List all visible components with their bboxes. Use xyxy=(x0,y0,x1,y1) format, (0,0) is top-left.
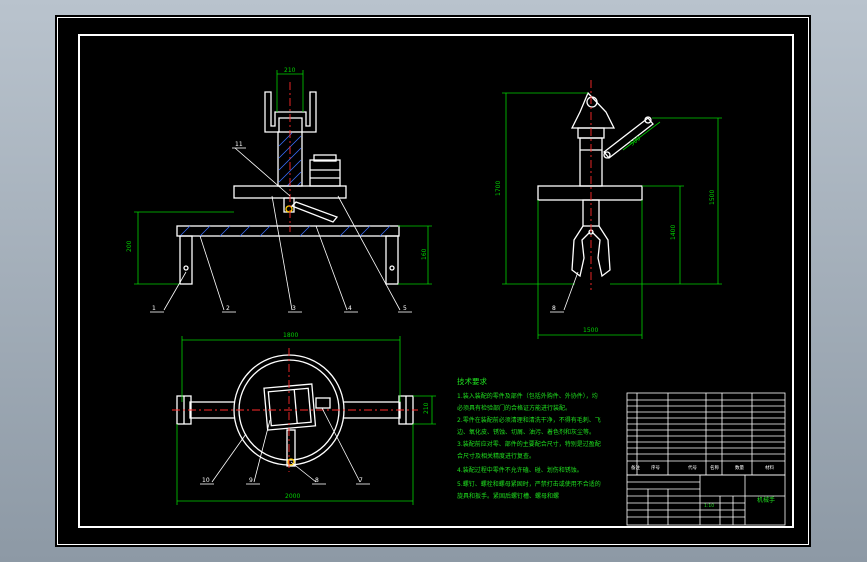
balloon-10: 10 xyxy=(202,477,210,484)
dim-side-right: 1500 xyxy=(709,190,716,205)
dim-front-height: 200 xyxy=(126,240,133,252)
note-line: 2.零件在装配前必须清理和清洗干净，不得有毛刺、飞 xyxy=(457,416,601,424)
note-line: 1.装入装配的零件及部件（包括外购件、外协件），均 xyxy=(457,392,598,400)
dim-side-mid: 1400 xyxy=(670,225,677,240)
bom-header-4: 数量 xyxy=(735,464,744,471)
balloon-7: 7 xyxy=(359,477,363,484)
balloon-8-plan: 8 xyxy=(315,477,319,484)
balloon-1: 1 xyxy=(152,305,156,312)
notes-title: 技术要求 xyxy=(457,376,487,386)
balloon-4: 4 xyxy=(348,305,352,312)
cad-viewport[interactable]: 210 200 160 11 1 2 3 4 5 1700 1400 1500 … xyxy=(0,0,867,562)
bom-header-1: 序号 xyxy=(651,464,660,471)
balloon-11: 11 xyxy=(235,141,243,148)
note-line: 边、氧化皮、锈蚀、切屑、油污、着色剂和灰尘等。 xyxy=(457,428,595,436)
dim-leg-height: 160 xyxy=(421,248,428,260)
note-line: 合尺寸及相关精度进行复查。 xyxy=(457,452,535,460)
drawing-name: 机械手 xyxy=(757,496,775,504)
balloon-9: 9 xyxy=(249,477,253,484)
dim-side-total: 1700 xyxy=(495,181,502,196)
dim-plan-top: 1800 xyxy=(283,332,298,339)
balloon-8-side: 8 xyxy=(552,305,556,312)
dim-top-width: 210 xyxy=(284,67,296,74)
note-line: 3.装配前应对零、部件的主要配合尺寸，特别是过盈配 xyxy=(457,440,601,448)
dim-side-base: 1500 xyxy=(583,327,598,334)
bom-header-3: 名称 xyxy=(710,464,719,471)
drawing-scale: 1:10 xyxy=(704,503,714,509)
sheet-background xyxy=(55,15,811,547)
bom-header-0: 备注 xyxy=(631,464,640,471)
balloon-5: 5 xyxy=(403,305,407,312)
note-line: 5.螺钉、螺栓和螺母紧固时，严禁打击或使用不合适的 xyxy=(457,480,601,488)
dim-plan-bottom: 2000 xyxy=(285,493,300,500)
note-line: 必须具有检验部门的合格证方能进行装配。 xyxy=(457,404,571,412)
bom-header-5: 材料 xyxy=(765,464,774,471)
balloon-2: 2 xyxy=(226,305,230,312)
drawing-canvas: 210 200 160 11 1 2 3 4 5 1700 1400 1500 … xyxy=(55,15,811,547)
note-line: 4.装配过程中零件不允许磕、碰、划伤和锈蚀。 xyxy=(457,466,583,474)
dim-plan-right: 210 xyxy=(423,402,430,414)
note-line: 旋具和扳手。紧固后螺钉槽、螺母和螺 xyxy=(457,492,559,500)
bom-header-2: 代号 xyxy=(688,464,697,471)
balloon-3: 3 xyxy=(292,305,296,312)
